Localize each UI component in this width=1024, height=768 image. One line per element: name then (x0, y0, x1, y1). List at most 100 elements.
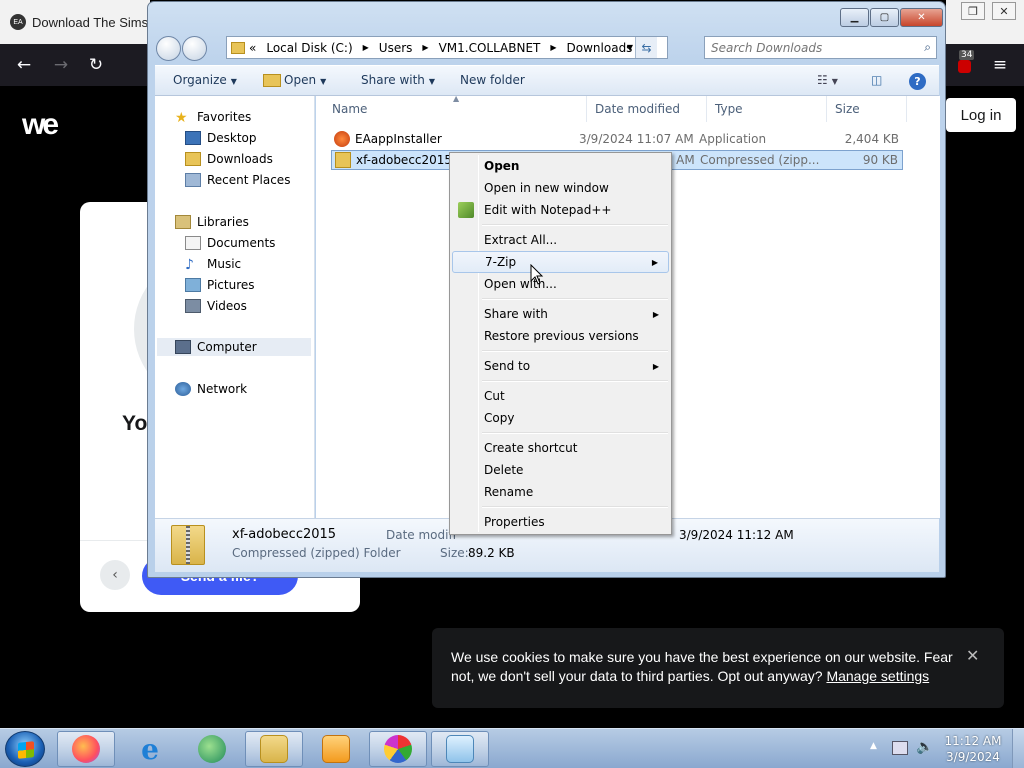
details-file-kind: Compressed (zipped) Folder (232, 546, 401, 560)
new-folder-button[interactable]: New folder (460, 73, 525, 87)
show-hidden-icons-icon[interactable]: ▲ (870, 741, 877, 751)
breadcrumb-users[interactable]: Users (379, 41, 413, 55)
minimize-button[interactable]: ▁ (840, 8, 869, 27)
nav-computer[interactable]: Computer (157, 338, 311, 356)
show-desktop-button[interactable] (1012, 729, 1024, 768)
nav-favorites[interactable]: ★ Favorites (175, 108, 251, 126)
nav-pictures[interactable]: Pictures (185, 276, 255, 294)
file-row[interactable]: EAappInstaller 3/9/2024 11:07 AM Applica… (331, 129, 903, 149)
internet-explorer-icon: e (141, 732, 159, 766)
taskbar-file-explorer[interactable] (245, 731, 303, 767)
restore-window-button[interactable]: ❐ (961, 2, 985, 20)
chevron-right-icon[interactable]: ▶ (422, 43, 428, 52)
address-overflow[interactable]: « (249, 41, 256, 55)
file-size: 90 KB (862, 153, 898, 167)
menu-item-open-new-window[interactable]: Open in new window (452, 177, 669, 199)
organize-button[interactable]: Organize ▼ (173, 73, 237, 87)
breadcrumb-downloads[interactable]: Downloads (567, 41, 633, 55)
close-window-button[interactable]: ✕ (992, 2, 1016, 20)
desktop-icon (185, 131, 201, 145)
chevron-right-icon[interactable]: ▶ (363, 43, 369, 52)
taskbar-firefox[interactable] (57, 731, 115, 767)
nav-libraries[interactable]: Libraries (175, 213, 249, 231)
chevron-down-icon[interactable]: ▼ (627, 43, 633, 52)
menu-item-delete[interactable]: Delete (452, 459, 669, 481)
search-box[interactable]: ⌕ (704, 36, 937, 59)
search-input[interactable] (711, 40, 911, 56)
search-icon[interactable]: ⌕ (924, 40, 931, 55)
taskbar-media-player[interactable] (307, 731, 365, 767)
menu-item-open[interactable]: Open (452, 155, 669, 177)
nav-desktop[interactable]: Desktop (185, 129, 257, 147)
maximize-button[interactable]: ▢ (870, 8, 899, 27)
menu-item-extract-all[interactable]: Extract All... (452, 229, 669, 251)
file-name: EAappInstaller (355, 132, 442, 146)
folder-icon (231, 41, 245, 54)
menu-item-cut[interactable]: Cut (452, 385, 669, 407)
menu-item-open-with[interactable]: Open with... (452, 273, 669, 295)
column-header-date[interactable]: Date modified (587, 96, 707, 122)
start-button[interactable] (5, 731, 45, 767)
login-button[interactable]: Log in (946, 98, 1016, 132)
file-date: 3/9/2024 11:07 AM (579, 132, 694, 146)
menu-item-share-with[interactable]: Share with ▶ (452, 303, 669, 325)
nav-network[interactable]: Network (175, 380, 247, 398)
menu-item-restore-versions[interactable]: Restore previous versions (452, 325, 669, 347)
downloads-folder-icon (185, 152, 201, 166)
menu-item-copy[interactable]: Copy (452, 407, 669, 429)
menu-item-send-to[interactable]: Send to ▶ (452, 355, 669, 377)
menu-item-rename[interactable]: Rename (452, 481, 669, 503)
nav-videos[interactable]: Videos (185, 297, 247, 315)
refresh-icon[interactable]: ⇆ (635, 37, 657, 58)
reload-icon[interactable]: ↻ (85, 54, 107, 76)
file-size: 2,404 KB (844, 132, 899, 146)
view-options-icon[interactable]: ☷ ▼ (817, 73, 838, 87)
file-type: Compressed (zipp... (700, 153, 820, 167)
taskbar-paint[interactable] (369, 731, 427, 767)
site-logo[interactable]: we (22, 110, 59, 140)
videos-icon (185, 299, 201, 313)
taskbar-messenger[interactable] (183, 731, 241, 767)
browser-tab[interactable]: EA Download The Sims™ (0, 0, 150, 44)
forward-button[interactable] (182, 36, 207, 61)
extension-button[interactable]: 34 (955, 50, 975, 74)
manage-settings-link[interactable]: Manage settings (826, 668, 929, 684)
column-header-size[interactable]: Size (827, 96, 907, 122)
chevron-left-icon[interactable]: ‹ (100, 560, 130, 590)
share-with-button[interactable]: Share with ▼ (361, 73, 435, 87)
preview-pane-icon[interactable]: ◫ (871, 73, 882, 87)
close-icon[interactable]: ✕ (966, 646, 979, 665)
firefox-icon (72, 735, 100, 763)
nav-recent-places[interactable]: Recent Places (185, 171, 290, 189)
menu-item-create-shortcut[interactable]: Create shortcut (452, 437, 669, 459)
help-icon[interactable]: ? (909, 73, 926, 90)
volume-muted-icon[interactable]: 🔈 (916, 739, 933, 755)
menu-item-7zip[interactable]: 7-Zip ▶ (452, 251, 669, 273)
chevron-right-icon[interactable]: ▶ (550, 43, 556, 52)
close-button[interactable]: ✕ (900, 8, 943, 27)
system-clock[interactable]: 11:12 AM 3/9/2024 (940, 733, 1006, 765)
context-menu: Open Open in new window Edit with Notepa… (449, 152, 672, 535)
nav-music[interactable]: ♪ Music (185, 255, 241, 273)
nav-downloads[interactable]: Downloads (185, 150, 273, 168)
menu-separator (482, 350, 668, 352)
back-icon[interactable]: ← (13, 54, 35, 76)
nav-documents[interactable]: Documents (185, 234, 275, 252)
menu-item-edit-notepad[interactable]: Edit with Notepad++ (452, 199, 669, 221)
system-tray: ▲ 🔈 (866, 735, 946, 763)
open-button[interactable]: Open ▼ (284, 73, 326, 87)
sort-arrow-icon: ▲ (453, 94, 460, 103)
address-bar[interactable]: « Local Disk (C:) ▶ Users ▶ VM1.COLLABNET ▶… (226, 36, 668, 59)
forward-icon[interactable]: → (50, 54, 72, 76)
taskbar-notepad[interactable] (431, 731, 489, 767)
recent-places-icon (185, 173, 201, 187)
taskbar-internet-explorer[interactable]: e (121, 731, 179, 767)
network-status-icon[interactable] (892, 741, 908, 755)
clock-date: 3/9/2024 (946, 750, 1000, 764)
back-button[interactable] (156, 36, 181, 61)
menu-icon[interactable]: ≡ (989, 54, 1011, 76)
breadcrumb-local-disk[interactable]: Local Disk (C:) (266, 41, 352, 55)
menu-item-properties[interactable]: Properties (452, 511, 669, 533)
breadcrumb-vm1[interactable]: VM1.COLLABNET (439, 41, 541, 55)
column-header-type[interactable]: Type (707, 96, 827, 122)
